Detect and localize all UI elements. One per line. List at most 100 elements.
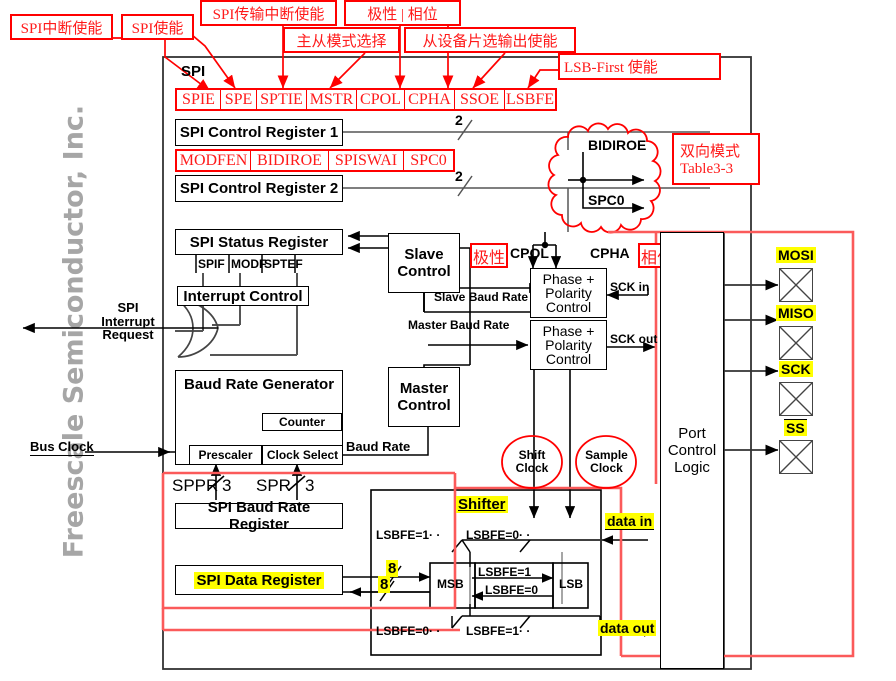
bit-spc0: SPC0 (410, 151, 447, 169)
master-control-line2: Control (397, 397, 451, 414)
interrupt-control: Interrupt Control (177, 286, 309, 306)
pin-label-miso: MISO (776, 305, 816, 321)
spi-control-register-1-bits: SPIE SPE SPTIE MSTR CPOL CPHA SSOE LSBFE (175, 88, 557, 111)
sample-clock-line1: Sample (585, 448, 628, 462)
bit-lsbfe: LSBFE (505, 90, 554, 108)
callout-spi-enable: SPI使能 (121, 14, 194, 40)
spi-data-register: SPI Data Register (175, 565, 343, 595)
bit-cpol: CPOL (357, 90, 405, 109)
status-bit-sptef: SPTEF (264, 257, 303, 271)
dots: · · (519, 624, 531, 638)
pin-cross-mosi (780, 269, 812, 301)
data-out-label: data out (598, 620, 657, 636)
spi-baud-rate-register: SPI Baud Rate Register (175, 499, 343, 533)
callout-spi-tx-interrupt-enable: SPI传输中断使能 (200, 0, 337, 26)
callout-lsb-first-enable: LSB-First 使能 (558, 53, 721, 80)
phase-polarity-control-in: Phase + Polarity Control (530, 268, 607, 318)
master-control-line1: Master (399, 380, 449, 397)
bit-sptie: SPTIE (257, 90, 307, 109)
pin-cross-sck (780, 383, 812, 415)
spi-interrupt-request-label: SPI Interrupt Request (88, 301, 168, 342)
counter-block: Counter (262, 413, 342, 431)
shifter-cond-bottom-right: LSBFE=1· · (466, 625, 530, 638)
pin-pad-sck (779, 382, 813, 416)
lsb-label: LSB (559, 577, 583, 591)
pin-pad-miso (779, 326, 813, 360)
cond-text: LSBFE=1 (466, 624, 520, 638)
sppr-width-label: 3 (222, 476, 232, 495)
pin-pad-ss (779, 440, 813, 474)
shifter-cond-right-arrow: LSBFE=1 (478, 565, 532, 579)
cpol-label: CPOL (510, 245, 549, 261)
pp-out-line3: Control (545, 351, 592, 368)
bit-cpha: CPHA (405, 90, 455, 109)
data-in-label: data in (605, 513, 655, 530)
shift-clock-label: Shift Clock (507, 449, 557, 474)
spi-control-register-1: SPI Control Register 1 (175, 119, 343, 146)
slave-control: Slave Control (388, 233, 460, 293)
spr-label: SPR (256, 476, 291, 495)
bit-spiswai: SPISWAI (329, 151, 404, 170)
shifter-cond-top-right: LSBFE=0· · (466, 529, 530, 542)
bit-spie: SPIE (177, 90, 221, 109)
pin-cross-miso (780, 327, 812, 359)
spi-control-register-2: SPI Control Register 2 (175, 175, 343, 202)
spr-width-label: 3 (305, 476, 315, 495)
sample-clock-line2: Clock (590, 460, 623, 475)
shifter-title: Shifter (456, 496, 508, 513)
dots: · · (429, 528, 441, 542)
shifter-cond-bottom-left: LSBFE=0· · (376, 625, 440, 638)
status-bit-spif: SPIF (198, 257, 225, 271)
dots: · · (519, 528, 531, 542)
bus-clock-label: Bus Clock (30, 439, 94, 456)
sir-line1: SPI (117, 300, 139, 315)
callout-polarity: 极性 (470, 243, 508, 268)
callout-master-slave-select: 主从模式选择 (283, 27, 400, 53)
cond-text: LSBFE=0 (466, 528, 520, 542)
callout-spi-interrupt-enable: SPI中断使能 (10, 14, 113, 40)
module-title: SPI (181, 63, 206, 80)
sir-line3: Request (102, 327, 154, 343)
master-baud-rate-label: Master Baud Rate (408, 318, 510, 332)
pin-label-mosi: MOSI (776, 247, 816, 263)
shift-clock-line1: Shift (518, 448, 546, 462)
spi-control-register-2-bits: MODFEN BIDIROE SPISWAI SPC0 (175, 149, 455, 172)
bit-spe: SPE (221, 90, 257, 109)
pp-in-line3: Control (545, 299, 592, 316)
prescaler-block: Prescaler (189, 445, 262, 465)
bidiroe-label: BIDIROE (588, 137, 647, 153)
brg-title: Baud Rate Generator (184, 376, 335, 393)
pp-out-line2: Polarity (545, 336, 592, 353)
bus-width-2-upper: 2 (455, 112, 463, 128)
status-bit-modf: MODF (231, 257, 267, 271)
shift-clock-line2: Clock (515, 460, 549, 475)
sample-clock-label: Sample Clock (579, 449, 634, 474)
slave-control-line1: Slave (404, 246, 444, 263)
cond-text: LSBFE=0 (376, 624, 430, 638)
sck-in-label: SCK in (610, 280, 650, 294)
pin-cross-ss (780, 441, 812, 473)
phase-polarity-control-out: Phase + Polarity Control (530, 320, 607, 370)
callout-polarity-phase: 极性 | 相位 (344, 0, 461, 26)
width-8-in: 8 (386, 560, 399, 577)
sck-out-label: SCK out (610, 332, 658, 346)
pp-in-line2: Polarity (545, 284, 592, 301)
slave-control-line2: Control (397, 263, 451, 280)
callout-bidirectional-mode: 双向模式 Table3-3 (672, 133, 760, 185)
bus-width-2-lower: 2 (455, 168, 463, 184)
pin-pad-mosi (779, 268, 813, 302)
pcl-line3: Logic (674, 459, 710, 476)
slave-baud-rate-label: Slave Baud Rate (434, 290, 529, 304)
sir-line2: Interrupt (101, 313, 155, 329)
cpha-label: CPHA (590, 245, 630, 261)
bit-modfen: MODFEN (177, 151, 251, 170)
shifter-cond-left-arrow: LSBFE=0 (485, 583, 539, 597)
pp-in-line1: Phase + (542, 270, 595, 287)
bit-mstr: MSTR (307, 90, 357, 109)
pin-label-sck: SCK (779, 361, 813, 377)
bit-bidiroe: BIDIROE (251, 151, 329, 170)
callout-slave-select-output-enable: 从设备片选输出使能 (404, 27, 576, 53)
callout-bidir-line2: Table3-3 (680, 161, 734, 177)
msb-label: MSB (437, 577, 464, 591)
shifter-cond-top-left: LSBFE=1· · (376, 529, 440, 542)
